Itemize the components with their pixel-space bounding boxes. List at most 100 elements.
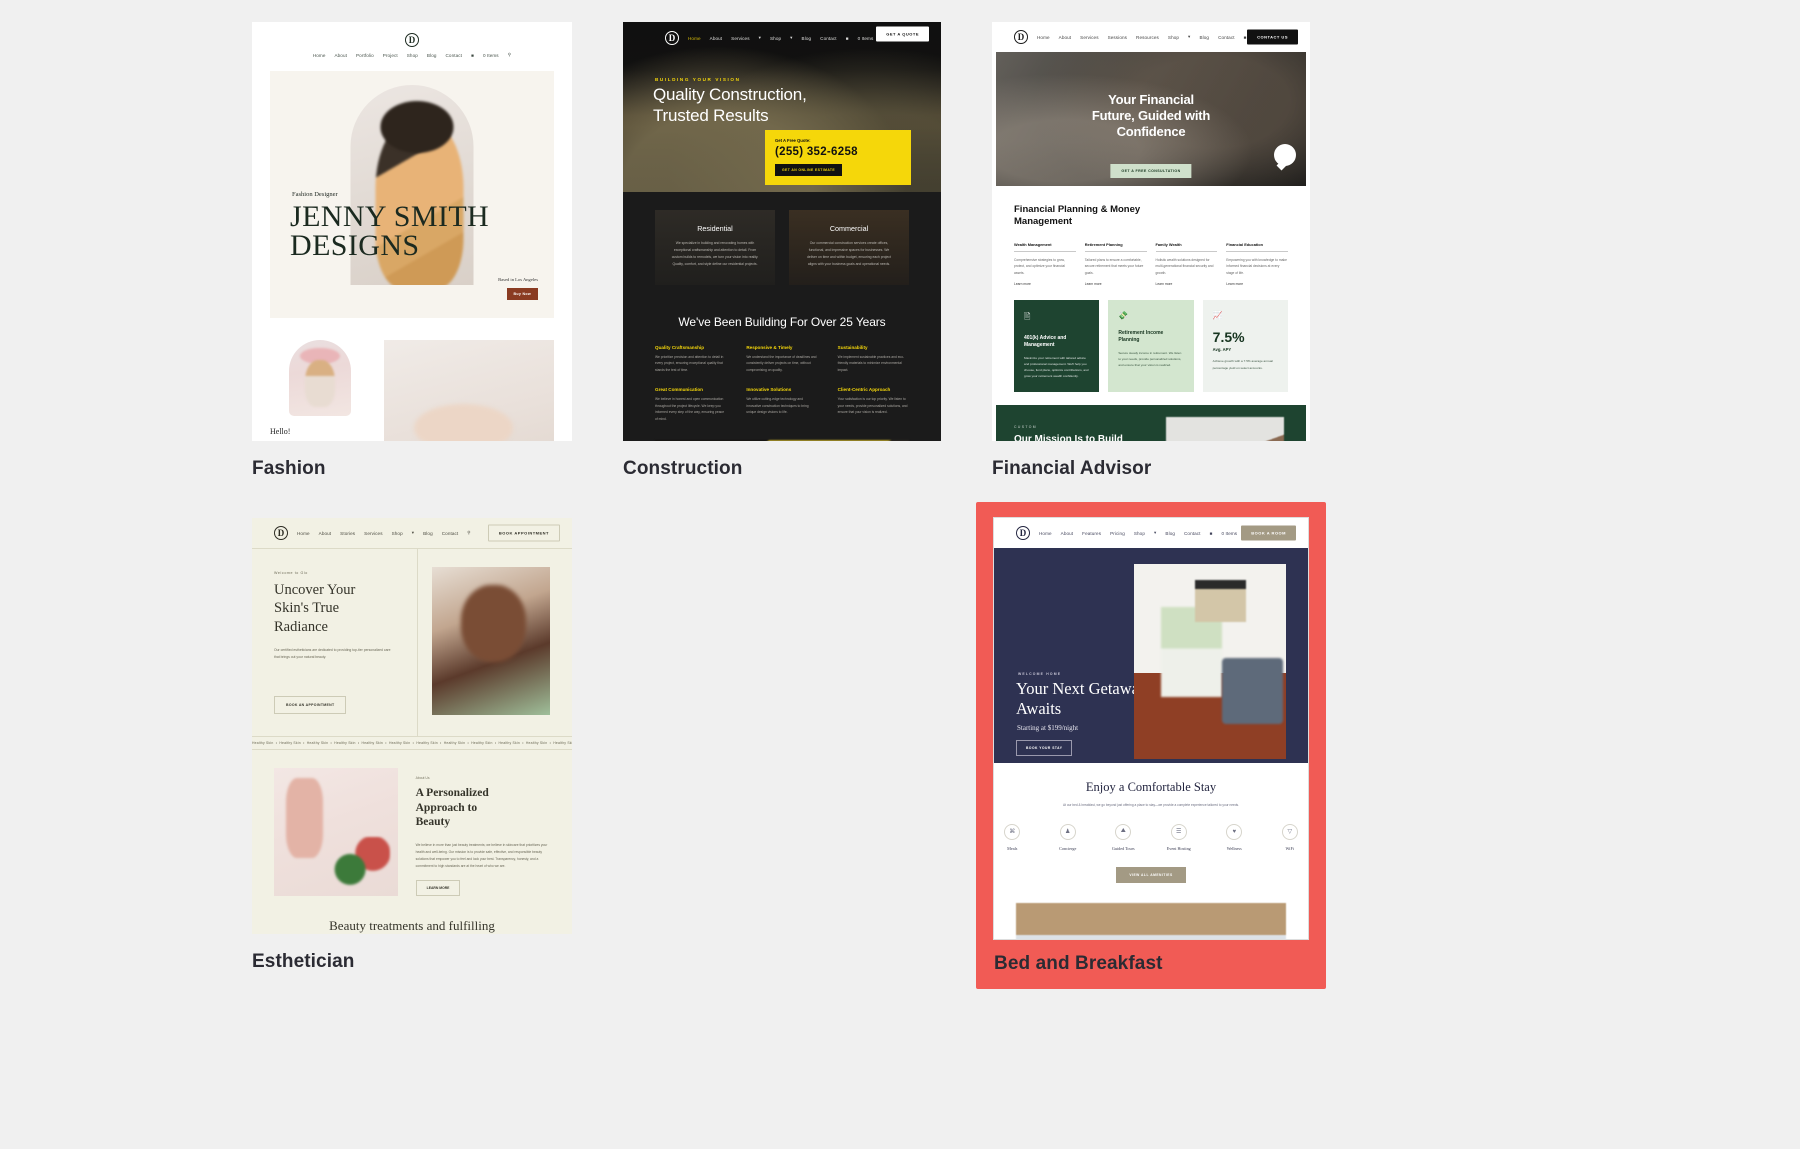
category-card[interactable]: Residential We specialize in building an… [655,210,775,285]
online-estimate-button[interactable]: GET AN ONLINE ESTIMATE [775,164,843,176]
nav-item[interactable]: Blog [423,531,433,536]
nav-item[interactable]: About [1059,35,1072,40]
financial-consultation-button[interactable]: GET A FREE CONSULTATION [1110,164,1192,178]
panel-heading-line: Financial Planning & Money [1014,204,1141,215]
nav-item[interactable]: Contact [1184,531,1201,536]
nav-item[interactable]: Services [364,531,382,536]
nav-item[interactable]: Shop [770,36,781,41]
nav-item[interactable]: Sessions [1108,35,1127,40]
cart-icon[interactable]: ■ [471,53,474,58]
financial-tile-apy[interactable]: 📈 7.5% Avg. APY Achieve growth with a 7.… [1202,300,1288,393]
layout-card-bed-and-breakfast[interactable]: D Home About Features Pricing Shop ▾ Blo… [976,502,1326,989]
nav-item[interactable]: Contact [442,531,459,536]
esthetician-appointment-button[interactable]: BOOK AN APPOINTMENT [274,696,347,714]
fashion-buy-now-button[interactable]: Buy Now [506,288,538,300]
amenity-item[interactable]: ⌘ Meals [994,823,1031,851]
nav-item-cart-count[interactable]: 0 Items [1221,531,1237,536]
amenity-item[interactable]: ▽ WiFi [1272,823,1309,851]
construction-nav-links[interactable]: Home About Services ▾ Shop ▾ Blog Contac… [688,35,886,41]
cart-icon[interactable]: ■ [1210,531,1213,536]
nav-item[interactable]: Home [1037,35,1050,40]
nav-item[interactable]: Home [297,531,310,536]
service-link[interactable]: Learn more [1226,282,1243,286]
nav-item-cart-count[interactable]: 0 Items [483,53,499,58]
nav-item[interactable]: About [710,36,723,41]
nav-item[interactable]: Contact [446,53,463,58]
nav-item[interactable]: Contact [1218,35,1235,40]
nav-item[interactable]: Portfolio [356,53,374,58]
feature-title: Responsive & Timely [746,344,793,350]
search-icon[interactable]: ⚲ [508,52,511,58]
nav-item[interactable]: Features [1082,531,1101,536]
bnb-amenities-list: ⌘ Meals ♟ Concierge ⛰ Guided Tours ☰ Eve… [994,823,1309,851]
amenity-item[interactable]: ☰ Event Hosting [1161,823,1198,851]
cart-icon[interactable]: ■ [846,36,849,41]
esthetician-marquee: Healthy Skin • Healthy Skin • Healthy Sk… [252,736,572,750]
nav-item[interactable]: About [1061,531,1074,536]
event-hosting-icon: ☰ [1170,823,1187,840]
bnb-book-room-button[interactable]: BOOK A ROOM [1241,525,1296,541]
nav-item[interactable]: Contact [820,36,837,41]
layout-preview-bed-and-breakfast[interactable]: D Home About Features Pricing Shop ▾ Blo… [994,518,1308,939]
search-icon[interactable]: ⚲ [467,530,470,536]
nav-item-cart-count[interactable]: 0 Items [858,36,874,41]
esthetician-book-button[interactable]: BOOK APPOINTMENT [487,524,560,542]
nav-item[interactable]: About [334,53,347,58]
nav-item[interactable]: Project [383,53,398,58]
nav-item[interactable]: Resources [1136,35,1159,40]
esthetician-about-section: About Us A Personalized Approach to Beau… [252,750,572,896]
nav-item[interactable]: Stories [340,531,355,536]
nav-item[interactable]: Blog [1165,531,1175,536]
category-card[interactable]: Commercial Our commercial construction s… [789,210,909,285]
amenity-item[interactable]: ♟ Concierge [1050,823,1087,851]
esthetician-learn-more-button[interactable]: LEARN MORE [415,879,461,896]
quote-phone[interactable]: (255) 352-6258 [775,146,901,158]
nav-item[interactable]: About [319,531,332,536]
nav-item[interactable]: Home [688,36,701,41]
service-link[interactable]: Learn more [1085,282,1102,286]
nav-item[interactable]: Shop [407,53,418,58]
layout-card-construction[interactable]: D Home About Services ▾ Shop ▾ Blog Cont… [623,22,941,480]
esthetician-nav-links[interactable]: Home About Stories Services Shop ▾ Blog … [297,530,471,536]
bnb-footer-image [1016,902,1286,939]
nav-item[interactable]: Home [313,53,326,58]
construction-quote-button[interactable]: GET A QUOTE [876,26,929,41]
nav-item[interactable]: Services [731,36,749,41]
financial-tile-401k[interactable]: 🖹 401(k) Advice and Management Maximize … [1014,300,1100,393]
nav-item[interactable]: Shop [392,531,403,536]
nav-item[interactable]: Blog [1199,35,1209,40]
bnb-hero: WELCOME HOME Your Next Getaway Awaits St… [994,548,1308,763]
financial-service-columns: Wealth Management Comprehensive strategi… [1014,242,1288,286]
nav-item[interactable]: Shop [1168,35,1179,40]
bnb-view-amenities-button[interactable]: VIEW ALL AMENITIES [1116,866,1186,883]
amenity-item[interactable]: ⛰ Guided Tours [1105,823,1142,851]
bnb-nav-links[interactable]: Home About Features Pricing Shop ▾ Blog … [1039,530,1250,536]
service-link[interactable]: Learn more [1156,282,1173,286]
cart-icon[interactable]: ■ [1244,35,1247,40]
fashion-nav-links[interactable]: Home About Portfolio Project Shop Blog C… [313,52,511,58]
layout-card-financial-advisor[interactable]: D Home About Services Sessions Resources… [992,22,1310,480]
nav-item[interactable]: Blog [802,36,812,41]
financial-contact-button[interactable]: CONTACT US [1247,29,1298,45]
fashion-about-section: Hello! I am a passionate clothing design… [252,318,572,441]
nav-item[interactable]: Pricing [1110,531,1125,536]
concierge-icon: ♟ [1059,823,1076,840]
feature-item: Innovative Solutions We utilize cutting-e… [746,387,817,423]
nav-item[interactable]: Shop [1134,531,1145,536]
nav-item[interactable]: Services [1080,35,1098,40]
service-link[interactable]: Learn more [1014,282,1031,286]
layout-preview-fashion[interactable]: D Home About Portfolio Project Shop Blog… [252,22,572,441]
amenity-item[interactable]: ♥ Wellness [1216,823,1253,851]
bnb-book-stay-button[interactable]: BOOK YOUR STAY [1016,740,1073,756]
layout-preview-financial-advisor[interactable]: D Home About Services Sessions Resources… [992,22,1310,441]
chat-bubble-icon[interactable] [1274,144,1296,166]
layout-card-fashion[interactable]: D Home About Portfolio Project Shop Blog… [252,22,572,480]
financial-tile-retirement-income[interactable]: 💸 Retirement Income Planning Secure stea… [1108,300,1194,393]
layout-preview-construction[interactable]: D Home About Services ▾ Shop ▾ Blog Cont… [623,22,941,441]
nav-item[interactable]: Blog [427,53,437,58]
layout-preview-esthetician[interactable]: D Home About Stories Services Shop ▾ Blo… [252,518,572,934]
financial-panel-heading: Financial Planning & Money Management [1014,204,1288,229]
layout-card-esthetician[interactable]: D Home About Stories Services Shop ▾ Blo… [252,518,572,973]
feature-title: Innovative Solutions [746,386,792,392]
nav-item[interactable]: Home [1039,531,1052,536]
